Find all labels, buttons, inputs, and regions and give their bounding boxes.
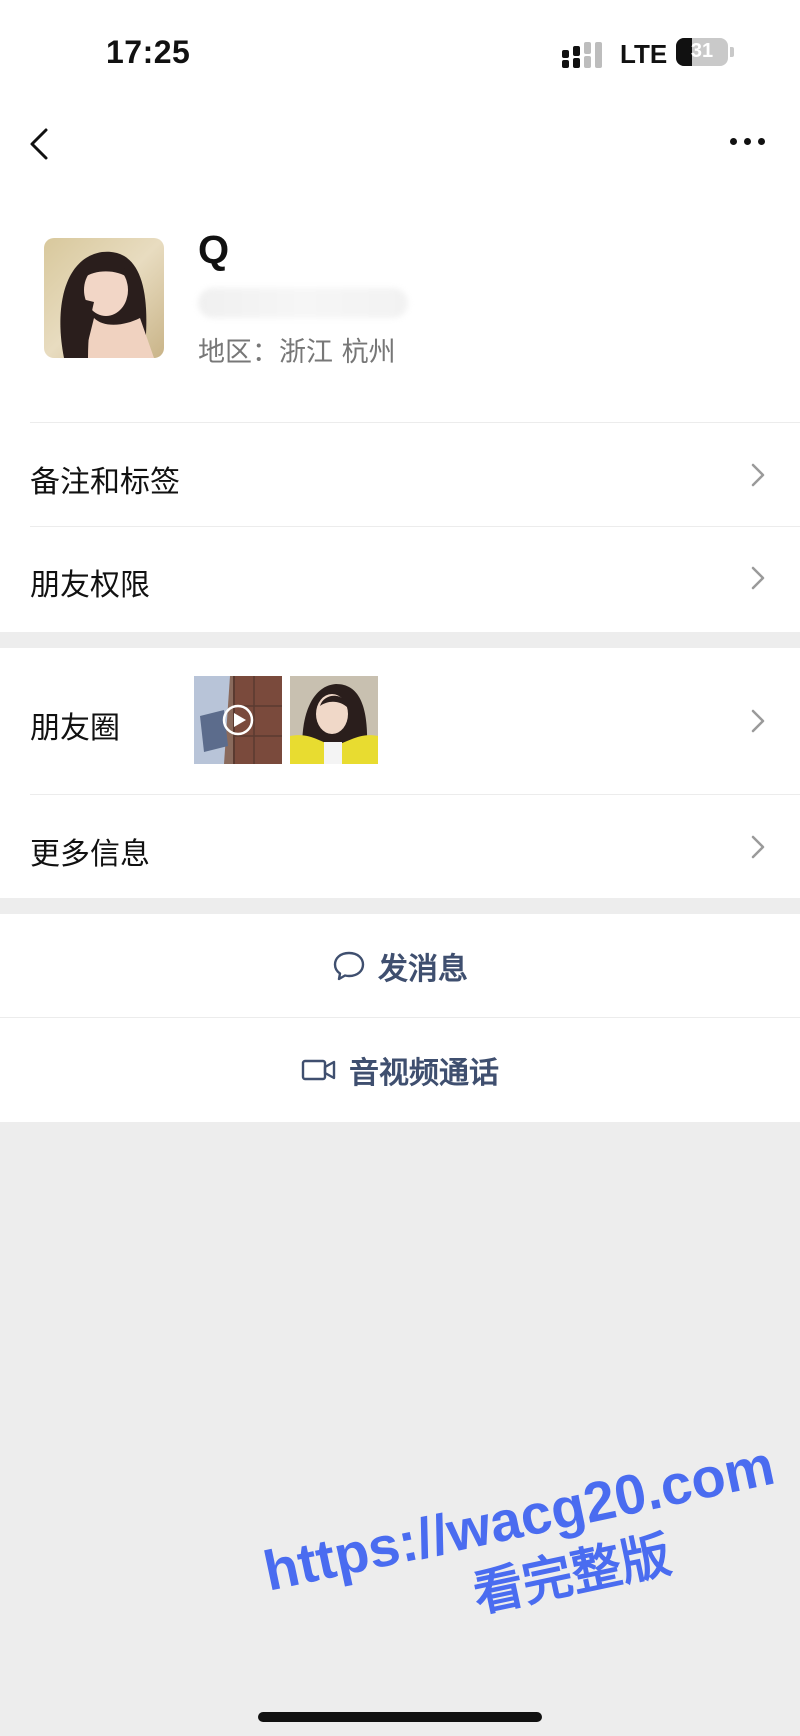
back-button[interactable] [22,118,62,168]
video-call-label: 音视频通话 [349,1056,499,1091]
photo-thumbnail-image [290,676,378,764]
avatar-image [44,238,164,358]
battery-level: 31 [690,40,714,62]
chevron-right-icon [751,835,765,859]
send-message-button[interactable]: 发消息 [0,914,800,1017]
chevron-right-icon [751,709,765,733]
blurred-wechat-id [198,288,408,318]
moments-thumbnail-photo[interactable] [290,676,378,764]
battery-tip [730,47,734,57]
contact-region: 地区：浙江 杭州 [198,337,396,368]
divider [30,422,800,423]
moments-label: 朋友圈 [30,711,120,746]
divider [30,526,800,527]
contact-name: Q [198,228,230,272]
chevron-right-icon [751,463,765,487]
video-call-button[interactable]: 音视频通话 [0,1018,800,1122]
battery-icon: 31 [676,38,728,66]
divider [30,794,800,795]
friend-permissions-row[interactable]: 朋友权限 [0,527,800,629]
watermark: https://wacg20.com 看完整版 [258,1432,794,1668]
moments-thumbnail-video[interactable] [194,676,282,764]
more-info-row[interactable]: 更多信息 [0,795,800,898]
chevron-left-icon [30,128,48,160]
video-thumbnail-image [194,676,282,764]
notes-and-tags-label: 备注和标签 [30,465,180,500]
video-camera-icon [301,1059,336,1081]
status-time: 17:25 [106,34,191,70]
status-bar: 17:25 LTE 31 [0,0,800,100]
more-info-label: 更多信息 [30,837,150,872]
chat-bubble-icon [333,951,365,981]
network-label: LTE [620,39,668,69]
divider [0,1017,800,1018]
friend-permissions-label: 朋友权限 [30,568,150,603]
avatar[interactable] [44,238,164,358]
chevron-right-icon [751,566,765,590]
moments-row[interactable]: 朋友圈 [0,648,800,794]
signal-icon [562,42,608,68]
more-options-button[interactable] [722,124,774,160]
home-indicator[interactable] [258,1712,542,1722]
send-message-label: 发消息 [378,952,468,987]
notes-and-tags-row[interactable]: 备注和标签 [0,424,800,526]
